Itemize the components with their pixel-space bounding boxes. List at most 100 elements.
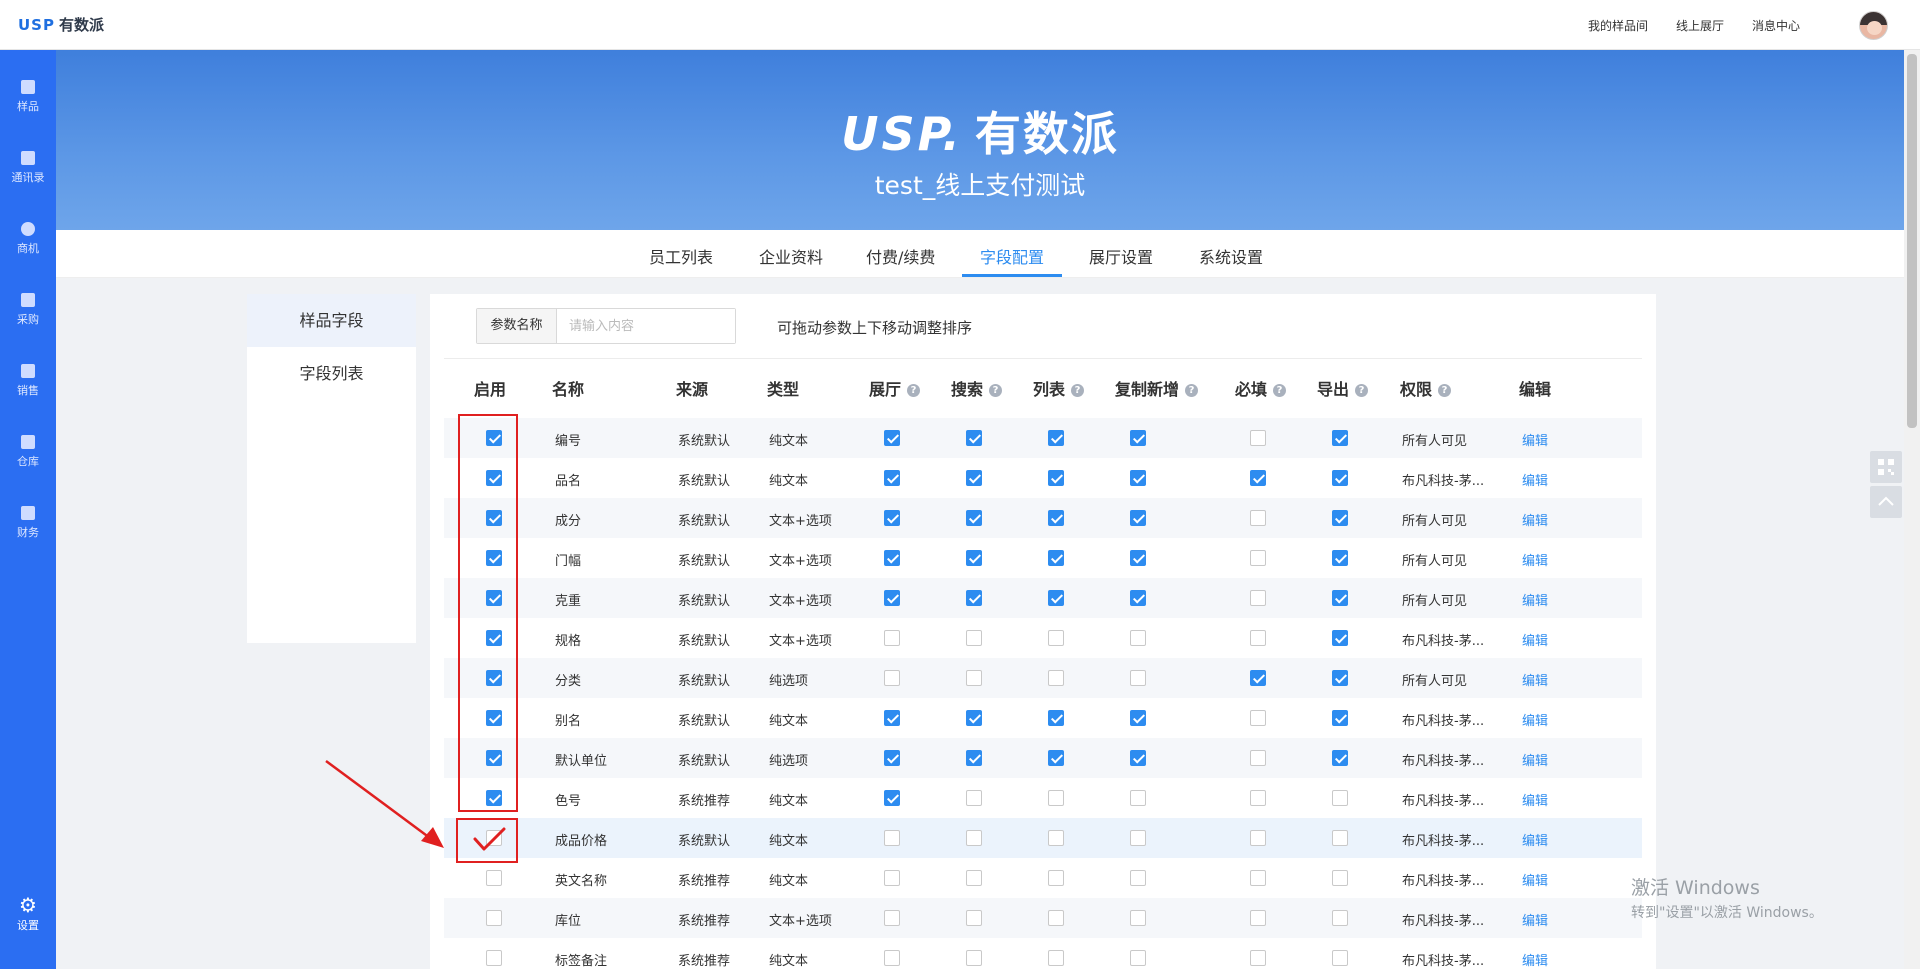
list-checkbox[interactable] [1048, 470, 1064, 486]
enabled-checkbox[interactable] [486, 870, 502, 886]
edit-link[interactable]: 编辑 [1522, 590, 1548, 609]
required-checkbox[interactable] [1250, 790, 1266, 806]
edit-link[interactable]: 编辑 [1522, 870, 1548, 889]
export-checkbox[interactable] [1332, 830, 1348, 846]
edit-link[interactable]: 编辑 [1522, 910, 1548, 929]
export-checkbox[interactable] [1332, 910, 1348, 926]
edit-link[interactable]: 编辑 [1522, 470, 1548, 489]
enabled-checkbox[interactable] [486, 910, 502, 926]
edit-link[interactable]: 编辑 [1522, 710, 1548, 729]
table-row[interactable]: 编号 系统默认 纯文本 所有人可见 编辑 [444, 418, 1642, 458]
export-checkbox[interactable] [1332, 670, 1348, 686]
copy-new-checkbox[interactable] [1130, 510, 1146, 526]
required-checkbox[interactable] [1250, 910, 1266, 926]
table-row[interactable]: 色号 系统推荐 纯文本 布凡科技-茅... 编辑 [444, 778, 1642, 818]
export-checkbox[interactable] [1332, 630, 1348, 646]
table-row[interactable]: 标签备注 系统推荐 纯文本 布凡科技-茅... 编辑 [444, 938, 1642, 969]
copy-new-checkbox[interactable] [1130, 950, 1146, 966]
required-checkbox[interactable] [1250, 590, 1266, 606]
list-checkbox[interactable] [1048, 630, 1064, 646]
required-checkbox[interactable] [1250, 750, 1266, 766]
export-checkbox[interactable] [1332, 590, 1348, 606]
tab-system-settings[interactable]: 系统设置 [1199, 244, 1263, 268]
search-checkbox[interactable] [966, 910, 982, 926]
copy-new-checkbox[interactable] [1130, 470, 1146, 486]
search-checkbox[interactable] [966, 470, 982, 486]
edit-link[interactable]: 编辑 [1522, 750, 1548, 769]
required-checkbox[interactable] [1250, 830, 1266, 846]
copy-new-checkbox[interactable] [1130, 790, 1146, 806]
menu-item-sample-fields[interactable]: 样品字段 [247, 294, 416, 347]
export-checkbox[interactable] [1332, 510, 1348, 526]
edit-link[interactable]: 编辑 [1522, 430, 1548, 449]
edit-link[interactable]: 编辑 [1522, 630, 1548, 649]
search-input[interactable] [557, 309, 735, 343]
list-checkbox[interactable] [1048, 830, 1064, 846]
search-checkbox[interactable] [966, 790, 982, 806]
edit-link[interactable]: 编辑 [1522, 950, 1548, 969]
export-checkbox[interactable] [1332, 750, 1348, 766]
export-checkbox[interactable] [1332, 550, 1348, 566]
copy-new-checkbox[interactable] [1130, 590, 1146, 606]
menu-item-field-list[interactable]: 字段列表 [247, 347, 416, 400]
copy-new-checkbox[interactable] [1130, 870, 1146, 886]
search-checkbox[interactable] [966, 950, 982, 966]
export-checkbox[interactable] [1332, 710, 1348, 726]
hall-checkbox[interactable] [884, 510, 900, 526]
table-row[interactable]: 品名 系统默认 纯文本 布凡科技-茅... 编辑 [444, 458, 1642, 498]
edit-link[interactable]: 编辑 [1522, 670, 1548, 689]
top-link-online-hall[interactable]: 线上展厅 [1676, 17, 1724, 34]
help-icon[interactable]: ? [1355, 384, 1369, 397]
table-row[interactable]: 成品价格 系统默认 纯文本 布凡科技-茅... 编辑 [444, 818, 1642, 858]
hall-checkbox[interactable] [884, 630, 900, 646]
sidebar-item-samples[interactable]: 样品 [0, 80, 56, 140]
search-checkbox[interactable] [966, 630, 982, 646]
search-checkbox[interactable] [966, 590, 982, 606]
hall-checkbox[interactable] [884, 870, 900, 886]
back-to-top-button[interactable] [1870, 486, 1902, 518]
table-row[interactable]: 分类 系统默认 纯选项 所有人可见 编辑 [444, 658, 1642, 698]
edit-link[interactable]: 编辑 [1522, 790, 1548, 809]
table-row[interactable]: 默认单位 系统默认 纯选项 布凡科技-茅... 编辑 [444, 738, 1642, 778]
top-link-message-center[interactable]: 消息中心 [1752, 17, 1800, 34]
required-checkbox[interactable] [1250, 510, 1266, 526]
list-checkbox[interactable] [1048, 750, 1064, 766]
hall-checkbox[interactable] [884, 710, 900, 726]
help-icon[interactable]: ? [907, 384, 921, 397]
top-link-my-sample-room[interactable]: 我的样品间 [1588, 17, 1648, 34]
required-checkbox[interactable] [1250, 630, 1266, 646]
list-checkbox[interactable] [1048, 670, 1064, 686]
copy-new-checkbox[interactable] [1130, 430, 1146, 446]
copy-new-checkbox[interactable] [1130, 550, 1146, 566]
table-row[interactable]: 别名 系统默认 纯文本 布凡科技-茅... 编辑 [444, 698, 1642, 738]
edit-link[interactable]: 编辑 [1522, 550, 1548, 569]
table-row[interactable]: 门幅 系统默认 文本+选项 所有人可见 编辑 [444, 538, 1642, 578]
tab-hall-settings[interactable]: 展厅设置 [1089, 244, 1153, 268]
hall-checkbox[interactable] [884, 910, 900, 926]
help-icon[interactable]: ? [1438, 384, 1452, 397]
list-checkbox[interactable] [1048, 510, 1064, 526]
hall-checkbox[interactable] [884, 430, 900, 446]
table-row[interactable]: 库位 系统推荐 文本+选项 布凡科技-茅... 编辑 [444, 898, 1642, 938]
help-icon[interactable]: ? [1185, 384, 1199, 397]
edit-link[interactable]: 编辑 [1522, 510, 1548, 529]
list-checkbox[interactable] [1048, 590, 1064, 606]
search-checkbox[interactable] [966, 710, 982, 726]
required-checkbox[interactable] [1250, 430, 1266, 446]
export-checkbox[interactable] [1332, 790, 1348, 806]
sidebar-item-contacts[interactable]: 通讯录 [0, 151, 56, 211]
copy-new-checkbox[interactable] [1130, 670, 1146, 686]
hall-checkbox[interactable] [884, 670, 900, 686]
required-checkbox[interactable] [1250, 670, 1266, 686]
search-checkbox[interactable] [966, 830, 982, 846]
hall-checkbox[interactable] [884, 830, 900, 846]
export-checkbox[interactable] [1332, 950, 1348, 966]
search-checkbox[interactable] [966, 430, 982, 446]
required-checkbox[interactable] [1250, 550, 1266, 566]
list-checkbox[interactable] [1048, 950, 1064, 966]
page-scrollbar[interactable] [1904, 50, 1920, 969]
edit-link[interactable]: 编辑 [1522, 830, 1548, 849]
hall-checkbox[interactable] [884, 590, 900, 606]
table-row[interactable]: 规格 系统默认 文本+选项 布凡科技-茅... 编辑 [444, 618, 1642, 658]
search-checkbox[interactable] [966, 870, 982, 886]
